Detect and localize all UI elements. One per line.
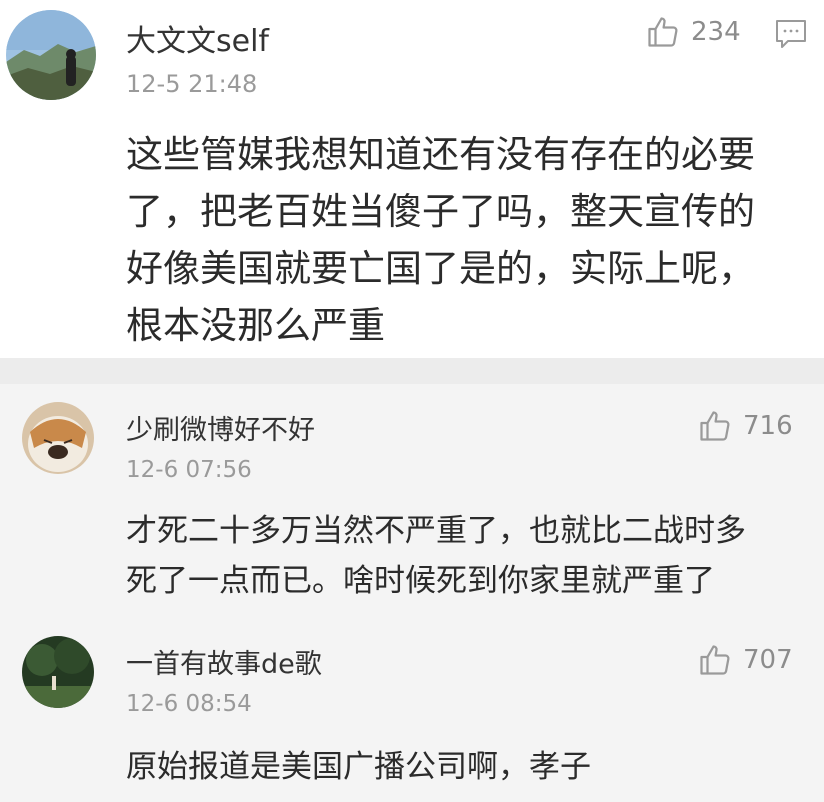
reply-list: 少刷微博好不好 12-6 07:56 716 才死二十多万当然不严重了，也就比二… [0,384,824,802]
reply-line: 才死二十多万当然不严重了，也就比二战时多 [126,513,746,549]
thumbs-up-icon [697,408,733,444]
thumbs-up-icon [697,642,733,678]
reply-line: 死了一点而已。啥时候死到你家里就严重了 [126,563,715,599]
username[interactable]: 大文文self [126,16,269,60]
comment-body: 这些管媒我想知道还有没有存在的必要 了，把老百姓当傻子了吗，整天宣传的 好像美国… [126,126,755,354]
like-button[interactable]: 234 [645,14,741,50]
timestamp: 12-6 07:56 [126,457,252,483]
main-comment: 大文文self 12-5 21:48 234 这些管媒我想知道还有没有存在的必要… [0,0,824,358]
avatar[interactable] [22,636,94,708]
comment-bubble-icon[interactable] [774,18,808,54]
like-button[interactable]: 716 [697,408,793,444]
username[interactable]: 一首有故事de歌 [126,642,322,681]
timestamp: 12-5 21:48 [126,70,258,98]
like-count: 716 [743,411,793,441]
comment-line: 了，把老百姓当傻子了吗，整天宣传的 [126,190,755,233]
reply-line: 原始报道是美国广播公司啊，孝子 [126,749,591,785]
comment-line: 这些管媒我想知道还有没有存在的必要 [126,133,755,176]
like-count: 707 [743,645,793,675]
like-count: 234 [691,17,741,47]
reply-body: 才死二十多万当然不严重了，也就比二战时多 死了一点而已。啥时候死到你家里就严重了 [126,506,746,606]
reply-body: 原始报道是美国广播公司啊，孝子 [126,742,591,792]
username[interactable]: 少刷微博好不好 [126,408,315,447]
like-button[interactable]: 707 [697,642,793,678]
avatar[interactable] [6,10,96,100]
section-divider [0,358,824,384]
thumbs-up-icon [645,14,681,50]
timestamp: 12-6 08:54 [126,691,252,717]
comment-line: 根本没那么严重 [126,304,385,347]
comment-line: 好像美国就要亡国了是的，实际上呢， [126,247,755,290]
avatar[interactable] [22,402,94,474]
